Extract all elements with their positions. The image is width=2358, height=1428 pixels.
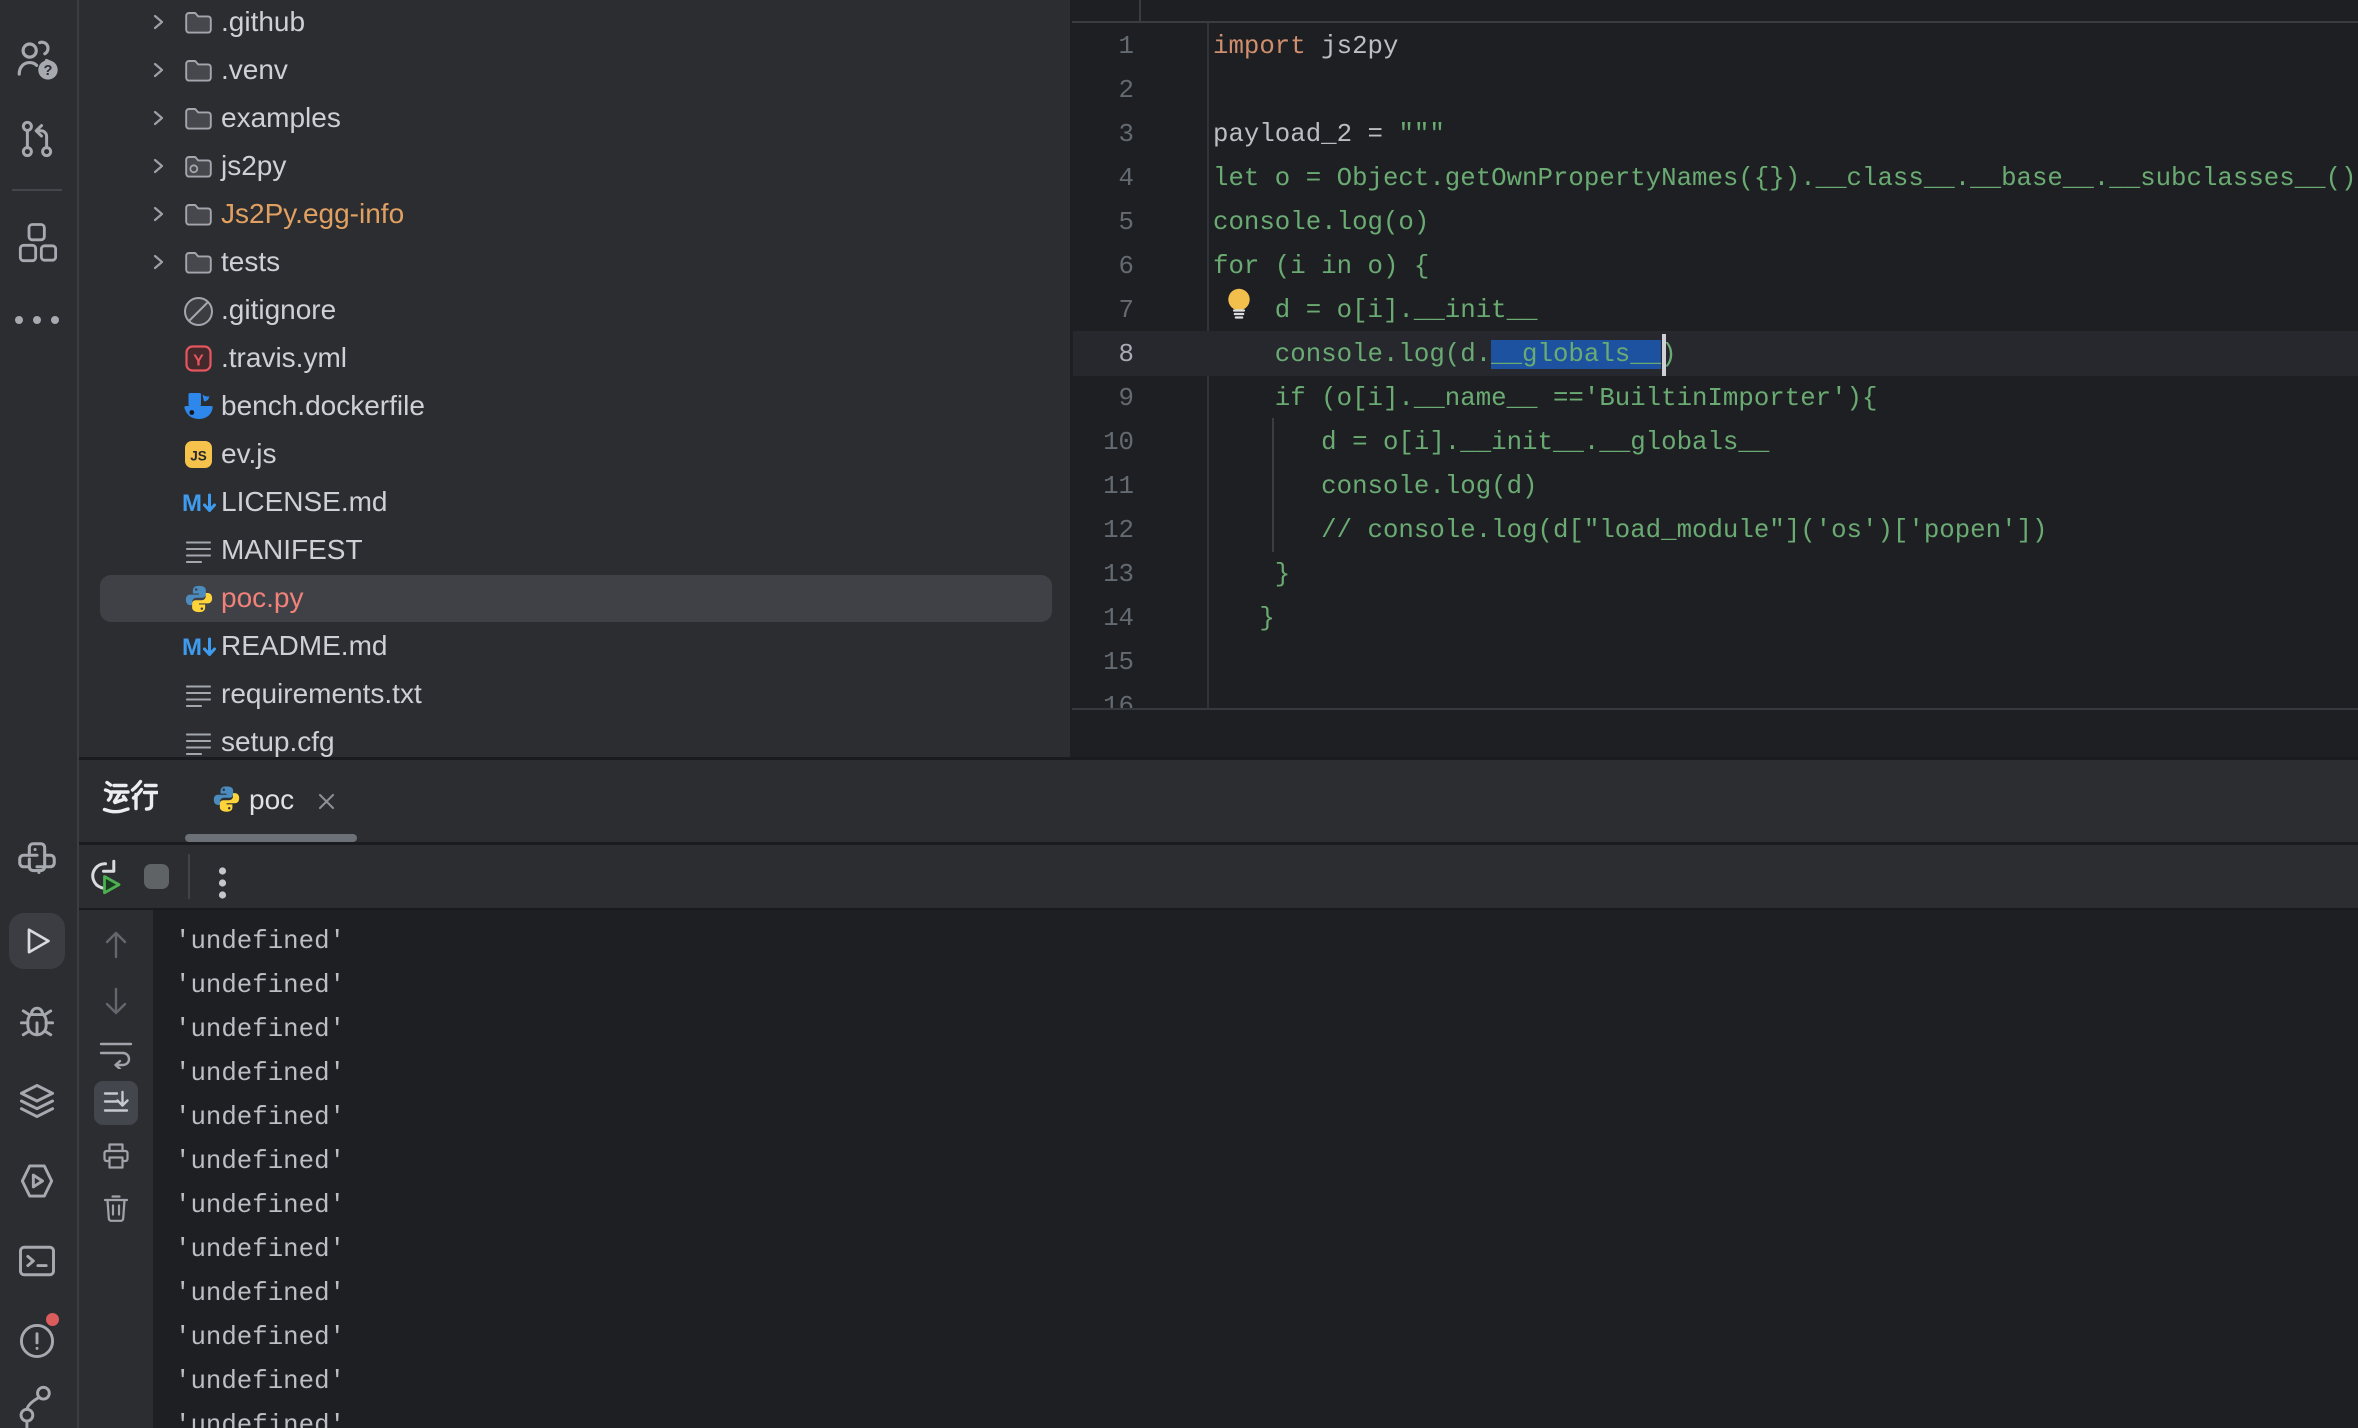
svg-text:M: M — [182, 634, 202, 660]
svg-text:?: ? — [44, 63, 53, 79]
svg-text:M: M — [182, 490, 202, 516]
svg-text:JS: JS — [190, 449, 207, 464]
svg-text:Y: Y — [193, 353, 204, 370]
